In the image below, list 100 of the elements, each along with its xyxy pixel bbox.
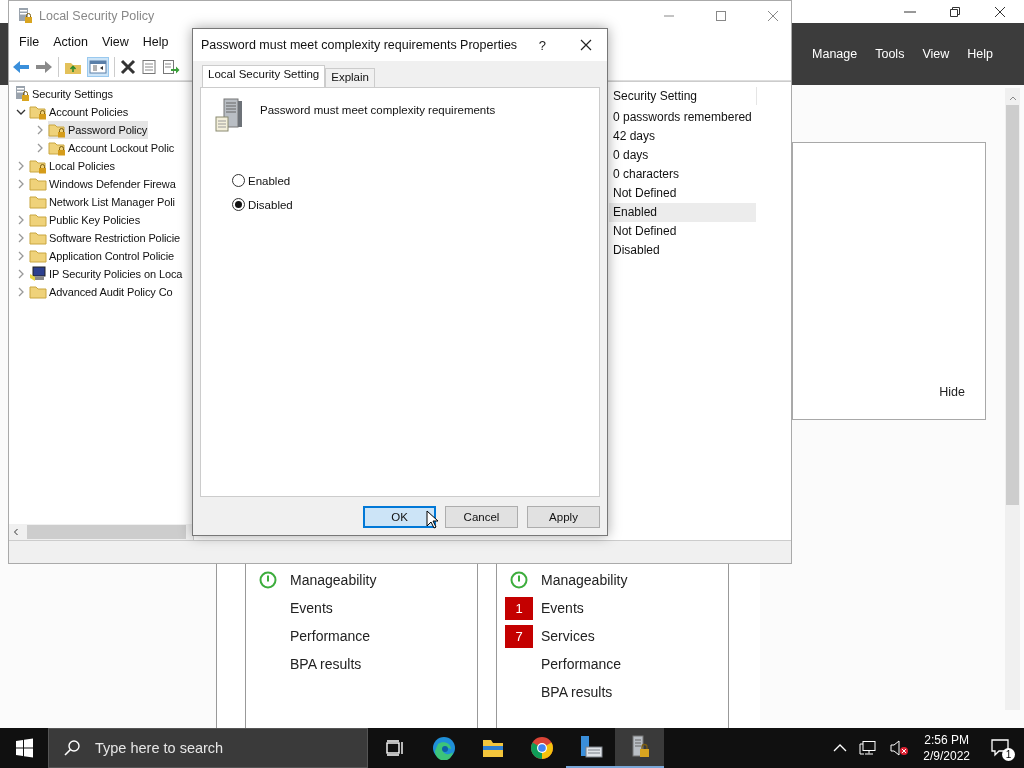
policy-icon xyxy=(14,85,30,103)
help-button[interactable]: ? xyxy=(538,37,546,53)
tree-item[interactable]: Software Restriction Policie xyxy=(29,229,182,247)
tree-item[interactable]: Account Policies xyxy=(29,103,130,121)
tab[interactable]: Local Security Setting xyxy=(202,65,326,87)
export-list-icon[interactable] xyxy=(162,58,180,75)
scroll-left-icon[interactable] xyxy=(11,527,21,537)
horizontal-scrollbar[interactable] xyxy=(9,524,193,540)
radio-button[interactable] xyxy=(232,198,245,211)
radio-label[interactable]: Enabled xyxy=(248,174,291,187)
menu-item[interactable]: Tools xyxy=(866,47,914,61)
server-icon xyxy=(214,98,244,132)
menu-item[interactable]: Action xyxy=(46,35,95,49)
dialog-button[interactable]: Cancel xyxy=(445,506,518,528)
muted-speaker-icon[interactable] xyxy=(889,740,910,756)
clock-date: 2/9/2022 xyxy=(923,748,970,764)
mouse-pointer-icon xyxy=(426,510,438,529)
tile-link[interactable]: Manageability xyxy=(290,572,377,588)
policy-name: Password must meet complexity requirements xyxy=(260,103,496,118)
tile-link[interactable]: Performance xyxy=(541,656,622,672)
table-cell[interactable]: Enabled xyxy=(609,203,756,222)
tree-item[interactable]: Password Policy xyxy=(48,121,149,139)
clock[interactable]: 2:56 PM 2/9/2022 xyxy=(915,732,978,764)
locked-folder-icon xyxy=(29,104,47,120)
tree-item[interactable]: IP Security Policies on Loca xyxy=(29,265,184,283)
tree-item[interactable]: Windows Defender Firewa xyxy=(29,175,177,193)
scrollbar[interactable] xyxy=(1005,88,1020,710)
notification-count: 1 xyxy=(1002,748,1015,761)
folder-icon xyxy=(29,194,47,210)
tile-link[interactable]: Events xyxy=(541,600,584,616)
network-shield-icon xyxy=(29,266,47,282)
browser-icon xyxy=(431,736,456,760)
forward-arrow-icon[interactable] xyxy=(35,58,53,75)
task-view-icon xyxy=(384,739,405,757)
tree-toggle-icon[interactable] xyxy=(87,56,109,77)
tree-item[interactable]: Public Key Policies xyxy=(29,211,142,229)
folder-icon xyxy=(480,737,505,759)
tab[interactable]: Explain xyxy=(325,68,375,87)
table-cell[interactable]: 0 characters xyxy=(609,165,756,184)
locked-folder-icon xyxy=(48,122,66,138)
menu-item[interactable]: Help xyxy=(135,35,176,49)
chevron-up-icon[interactable] xyxy=(833,743,848,753)
dialog-title: Password must meet complexity requirements Properties xyxy=(201,38,518,52)
menu-item[interactable]: Manage xyxy=(803,47,867,61)
tree-item[interactable]: Security Settings xyxy=(14,85,114,103)
close-icon[interactable] xyxy=(580,39,592,51)
restore-icon[interactable] xyxy=(948,4,962,19)
browser-icon xyxy=(529,736,554,760)
search-field[interactable]: Type here to search xyxy=(48,728,368,768)
folder-icon xyxy=(29,230,47,246)
scroll-up-icon[interactable] xyxy=(1007,94,1018,102)
menu-item[interactable]: File xyxy=(12,35,47,49)
status-ok-icon xyxy=(510,571,528,589)
folder-icon xyxy=(29,212,47,228)
tile-link[interactable]: BPA results xyxy=(541,684,613,700)
scroll-thumb[interactable] xyxy=(1006,105,1019,505)
table-cell[interactable]: 42 days xyxy=(609,127,756,146)
hide-link[interactable]: Hide xyxy=(939,385,965,399)
menu-item[interactable]: View xyxy=(94,35,136,49)
tile-link[interactable]: Services xyxy=(541,628,595,644)
radio-button[interactable] xyxy=(232,174,245,187)
alert-count[interactable]: 7 xyxy=(505,624,533,648)
tile-link[interactable]: Performance xyxy=(290,628,371,644)
tile-link[interactable]: Events xyxy=(290,600,333,616)
back-arrow-icon[interactable] xyxy=(12,58,30,75)
tree-item[interactable]: Network List Manager Poli xyxy=(29,193,176,211)
tree-item[interactable]: Local Policies xyxy=(29,157,116,175)
tree-item[interactable]: Account Lockout Polic xyxy=(48,139,176,157)
folder-icon xyxy=(29,284,47,300)
delete-icon[interactable] xyxy=(120,58,136,75)
locked-folder-icon xyxy=(48,140,66,156)
maximize-icon[interactable] xyxy=(715,10,727,22)
tile-link[interactable]: Manageability xyxy=(541,572,628,588)
menu-item[interactable]: Help xyxy=(958,47,1002,61)
table-cell[interactable]: 0 passwords remembered xyxy=(609,108,756,127)
policy-app-icon xyxy=(17,7,33,25)
properties-icon[interactable] xyxy=(141,58,157,75)
status-ok-icon xyxy=(259,571,277,589)
tree-item[interactable]: Application Control Policie xyxy=(29,247,176,265)
table-cell[interactable]: Not Defined xyxy=(609,184,756,203)
table-cell[interactable]: Not Defined xyxy=(609,222,756,241)
menu-item[interactable]: View xyxy=(913,47,959,61)
close-icon[interactable] xyxy=(993,4,1007,19)
ok-button[interactable]: OK xyxy=(363,506,436,528)
scroll-thumb[interactable] xyxy=(27,525,186,539)
network-icon[interactable] xyxy=(859,740,878,756)
notification-icon[interactable] xyxy=(990,738,1012,758)
dialog-button[interactable]: Apply xyxy=(527,506,600,528)
table-cell[interactable]: Disabled xyxy=(609,241,756,260)
radio-label[interactable]: Disabled xyxy=(248,198,293,211)
search-icon xyxy=(63,739,81,757)
tile-link[interactable]: BPA results xyxy=(290,656,362,672)
folder-icon xyxy=(29,176,47,192)
column-header[interactable]: Security Setting xyxy=(609,87,757,105)
locked-folder-icon xyxy=(29,158,47,174)
table-cell[interactable]: 0 days xyxy=(609,146,756,165)
taskbar-button[interactable] xyxy=(615,728,664,768)
alert-count[interactable]: 1 xyxy=(505,596,533,620)
folder-icon xyxy=(29,248,47,264)
tree-item[interactable]: Advanced Audit Policy Co xyxy=(29,283,174,301)
